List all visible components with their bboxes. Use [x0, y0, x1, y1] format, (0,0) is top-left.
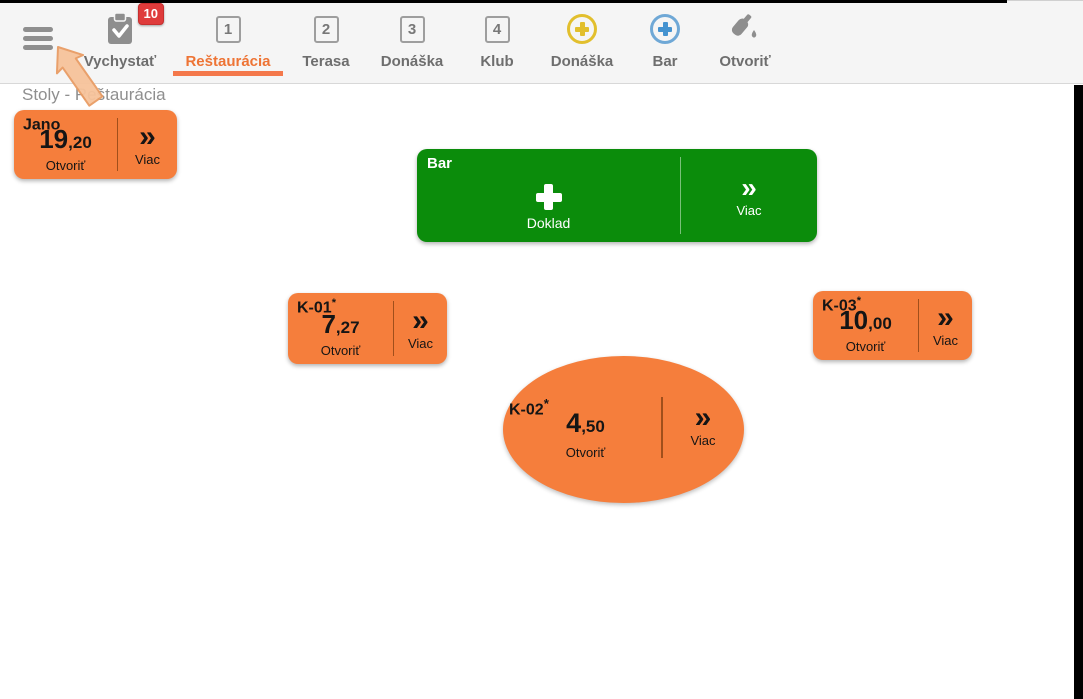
toolbar: 10 Vychystať 1 Reštaurácia 2 Terasa 3 Do… — [0, 0, 1083, 84]
plus-circle-yellow-icon — [567, 14, 597, 44]
screen-top-edge-line — [0, 0, 1007, 3]
number-2-icon: 2 — [314, 16, 339, 43]
table-tile-jano: Jano 19,20 Otvoriť » Viac — [14, 110, 177, 179]
open-label: Otvoriť — [321, 342, 361, 359]
number-4-icon: 4 — [485, 16, 510, 43]
otvorit-label: Otvoriť — [719, 53, 770, 70]
chevrons-right-icon: » — [695, 404, 712, 432]
tab-klub[interactable]: 4 Klub — [464, 1, 530, 85]
new-donaska-label: Donáška — [551, 53, 614, 70]
open-label: Otvoriť — [846, 338, 886, 355]
page-title: Stoly - Reštaurácia — [22, 85, 166, 105]
new-bar-button[interactable]: Bar — [632, 1, 698, 85]
more-label: Viac — [135, 152, 160, 167]
more-label: Viac — [408, 336, 433, 351]
chevrons-right-icon: » — [937, 304, 954, 332]
table-open-action[interactable]: K-03* 10,00 Otvoriť — [813, 291, 918, 360]
new-donaska-button[interactable]: Donáška — [538, 1, 626, 85]
notification-badge: 10 — [138, 3, 164, 25]
plus-circle-blue-icon — [650, 14, 680, 44]
table-open-action[interactable]: Otvoriť — [523, 445, 648, 460]
number-3-icon: 3 — [400, 16, 425, 43]
new-bar-label: Bar — [652, 53, 677, 70]
more-label: Viac — [690, 433, 715, 448]
table-more-action[interactable]: » Viac — [681, 149, 817, 242]
table-tile-bar: Bar Doklad » Viac — [417, 149, 817, 242]
table-more-action[interactable]: » Viac — [118, 110, 177, 179]
bottle-drop-icon — [727, 7, 763, 51]
table-tile-k01: K-01* 7,27 Otvoriť » Viac — [288, 293, 447, 364]
plus-icon — [536, 184, 562, 210]
chevrons-right-icon: » — [412, 307, 429, 335]
tab-donaska-label: Donáška — [381, 53, 444, 70]
table-open-action[interactable]: Jano 19,20 Otvoriť — [14, 110, 117, 179]
vychystat-label: Vychystať — [84, 53, 157, 70]
table-amount: 4,50 — [523, 410, 648, 441]
chevrons-right-icon: » — [139, 123, 156, 151]
more-label: Viac — [933, 333, 958, 348]
hamburger-menu-button[interactable] — [23, 27, 53, 54]
table-open-action[interactable]: K-01* 7,27 Otvoriť — [288, 293, 393, 364]
bar-doklad-action[interactable]: Bar Doklad — [417, 149, 680, 242]
hamburger-bar — [23, 45, 53, 50]
table-more-action[interactable]: » Viac — [663, 404, 743, 448]
hamburger-bar — [23, 27, 53, 32]
tab-terasa-label: Terasa — [302, 53, 349, 70]
table-name: Jano — [23, 114, 60, 134]
active-tab-underline — [173, 71, 283, 76]
tab-klub-label: Klub — [480, 53, 513, 70]
doklad-label: Doklad — [527, 215, 571, 231]
table-name: K-01* — [297, 297, 336, 317]
table-tile-k02: K-02* 4,50 Otvoriť » Viac — [503, 356, 744, 503]
more-label: Viac — [736, 203, 761, 218]
tab-terasa[interactable]: 2 Terasa — [292, 1, 360, 85]
table-name: Bar — [427, 155, 452, 172]
number-1-icon: 1 — [216, 16, 241, 43]
hamburger-bar — [23, 36, 53, 41]
tab-restauracia-label: Reštaurácia — [185, 53, 270, 70]
tab-donaska[interactable]: 3 Donáška — [368, 1, 456, 85]
table-more-action[interactable]: » Viac — [919, 291, 972, 360]
table-name: K-03* — [822, 295, 861, 315]
open-label: Otvoriť — [46, 157, 86, 174]
chevrons-right-icon: » — [741, 174, 757, 202]
clipboard-check-icon — [104, 7, 136, 51]
table-more-action[interactable]: » Viac — [394, 293, 447, 364]
screen-right-edge-line — [1074, 85, 1083, 699]
table-tile-k03: K-03* 10,00 Otvoriť » Viac — [813, 291, 972, 360]
otvorit-button[interactable]: Otvoriť — [704, 1, 786, 85]
vychystat-button[interactable]: 10 Vychystať — [76, 1, 164, 85]
